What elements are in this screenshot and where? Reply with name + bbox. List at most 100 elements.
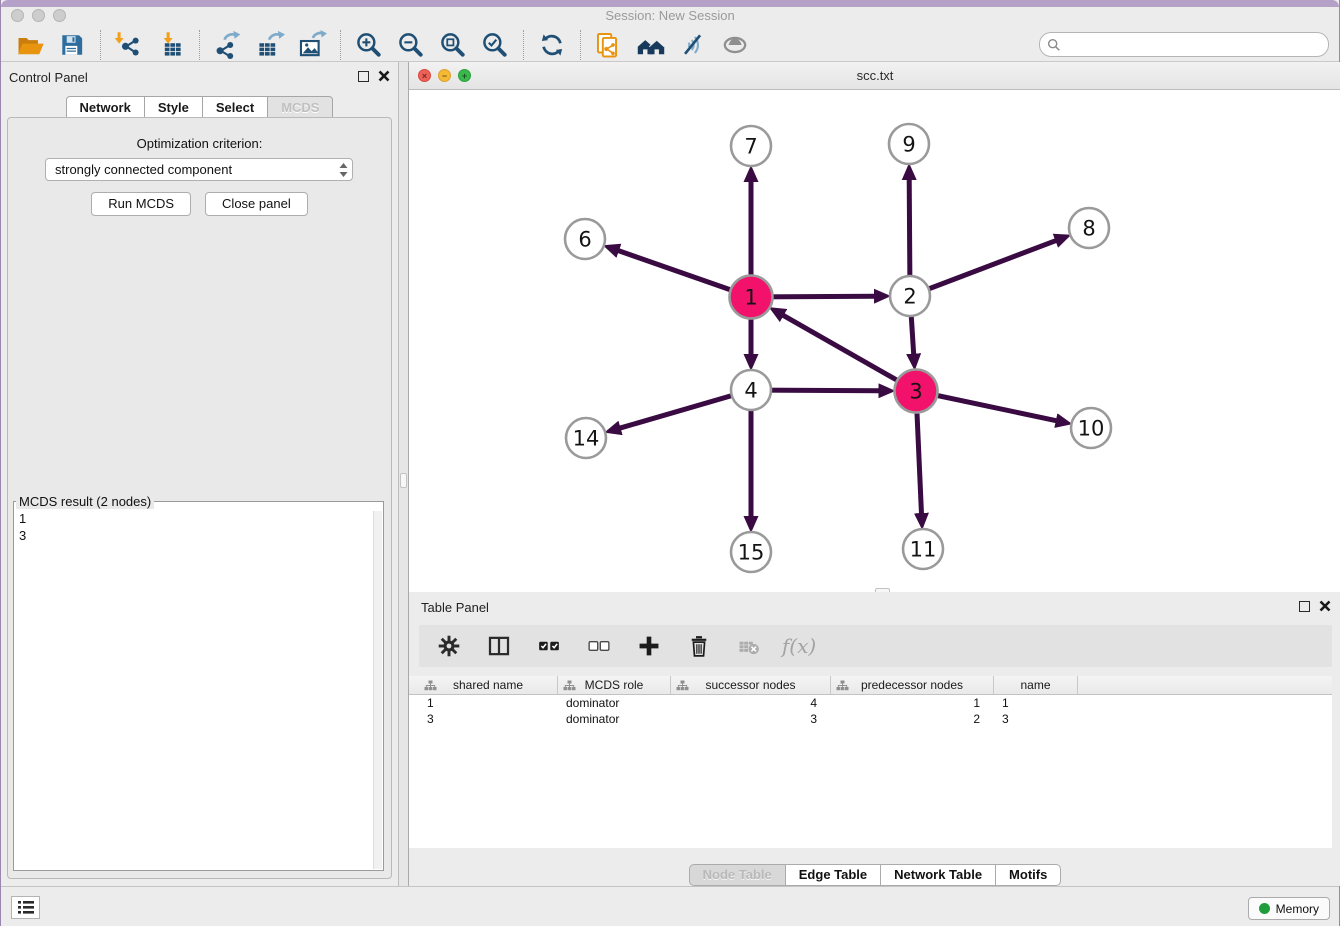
column-header-shared-name[interactable]: shared name xyxy=(419,676,558,694)
delete-column-button[interactable] xyxy=(685,632,713,660)
criterion-selected-value: strongly connected component xyxy=(55,162,232,177)
import-network-button[interactable] xyxy=(108,29,150,61)
table-cell[interactable]: 3 xyxy=(419,711,558,727)
table-cell[interactable]: 2 xyxy=(831,711,994,727)
close-table-panel-icon[interactable] xyxy=(1319,600,1331,612)
table-toolbar: f(x) xyxy=(419,625,1332,667)
node-label-1: 1 xyxy=(744,286,757,310)
import-table-icon xyxy=(156,30,186,60)
eye-icon xyxy=(720,30,750,60)
column-header-successor-nodes[interactable]: successor nodes xyxy=(671,676,831,694)
table-cell[interactable]: 1 xyxy=(419,695,558,711)
float-panel-icon[interactable] xyxy=(358,71,369,82)
memory-label: Memory xyxy=(1276,902,1319,916)
export-network-button[interactable] xyxy=(207,29,249,61)
node-label-11: 11 xyxy=(910,538,937,562)
home-icon xyxy=(636,30,666,60)
select-stepper-icon xyxy=(338,162,349,178)
column-type-icon xyxy=(424,680,437,691)
run-mcds-button[interactable]: Run MCDS xyxy=(91,192,191,216)
criterion-select[interactable]: strongly connected component xyxy=(45,158,353,181)
network-from-file-icon xyxy=(594,30,624,60)
export-table-button[interactable] xyxy=(249,29,291,61)
titlebar: Session: New Session xyxy=(1,7,1339,28)
table-cell[interactable]: 1 xyxy=(994,695,1078,711)
delete-table-icon xyxy=(737,634,761,658)
open-folder-icon xyxy=(15,30,45,60)
close-panel-icon[interactable] xyxy=(378,70,390,82)
zoom-selected-icon xyxy=(480,30,510,60)
memory-button[interactable]: Memory xyxy=(1248,897,1330,920)
node-label-14: 14 xyxy=(573,427,600,451)
node-table-body: 1dominator4113dominator323 xyxy=(409,695,1332,727)
main-toolbar xyxy=(1,28,1339,62)
table-panel: Table Panel xyxy=(409,592,1340,886)
column-header-MCDS-role[interactable]: MCDS role xyxy=(558,676,671,694)
hide-output-button[interactable] xyxy=(672,29,714,61)
table-row[interactable]: 3dominator323 xyxy=(419,711,1332,727)
network-from-file-button[interactable] xyxy=(588,29,630,61)
refresh-icon xyxy=(537,30,567,60)
checked-boxes-icon xyxy=(537,634,561,658)
apply-layout-button[interactable] xyxy=(531,29,573,61)
tab-node-table[interactable]: Node Table xyxy=(689,864,786,886)
deselect-all-button[interactable] xyxy=(585,632,613,660)
float-table-panel-icon[interactable] xyxy=(1299,601,1310,612)
toolbar-separator xyxy=(199,30,200,60)
global-search[interactable] xyxy=(1039,32,1329,57)
column-type-icon xyxy=(836,680,849,691)
table-cell[interactable]: 3 xyxy=(994,711,1078,727)
control-panel-title: Control Panel xyxy=(9,70,88,85)
panel-splitter[interactable] xyxy=(398,62,409,886)
export-image-button[interactable] xyxy=(291,29,333,61)
close-panel-button[interactable]: Close panel xyxy=(205,192,308,216)
show-panel-button[interactable] xyxy=(714,29,756,61)
zoom-selected-button[interactable] xyxy=(474,29,516,61)
table-row[interactable]: 1dominator411 xyxy=(419,695,1332,711)
zoom-out-button[interactable] xyxy=(390,29,432,61)
window-title: Session: New Session xyxy=(1,8,1339,23)
toolbar-separator xyxy=(580,30,581,60)
import-network-icon xyxy=(114,30,144,60)
trash-icon xyxy=(687,634,711,658)
window-top-border xyxy=(1,0,1339,7)
function-builder-button[interactable]: f(x) xyxy=(785,632,813,660)
task-history-button[interactable] xyxy=(11,896,40,919)
table-cell[interactable]: dominator xyxy=(558,711,671,727)
zoom-fit-button[interactable] xyxy=(432,29,474,61)
optimization-criterion-label: Optimization criterion: xyxy=(1,136,398,151)
zoom-in-button[interactable] xyxy=(348,29,390,61)
node-label-9: 9 xyxy=(902,133,915,157)
export-image-icon xyxy=(297,30,327,60)
table-cell[interactable]: dominator xyxy=(558,695,671,711)
list-icon xyxy=(17,900,35,915)
memory-status-icon xyxy=(1259,903,1270,914)
tab-network-table[interactable]: Network Table xyxy=(880,864,996,886)
edge-2-8[interactable] xyxy=(910,240,1056,296)
mcds-result-title: MCDS result (2 nodes) xyxy=(16,494,154,509)
save-session-button[interactable] xyxy=(51,29,93,61)
tab-motifs[interactable]: Motifs xyxy=(995,864,1061,886)
table-cell[interactable]: 1 xyxy=(831,695,994,711)
result-scrollbar[interactable] xyxy=(373,511,382,869)
split-view-button[interactable] xyxy=(485,632,513,660)
open-session-button[interactable] xyxy=(9,29,51,61)
node-label-3: 3 xyxy=(909,380,922,404)
delete-table-button[interactable] xyxy=(735,632,763,660)
add-column-button[interactable] xyxy=(635,632,663,660)
save-icon xyxy=(57,30,87,60)
search-input[interactable] xyxy=(1066,37,1328,52)
network-canvas[interactable]: 7968124314101511 xyxy=(409,90,1340,592)
table-cell[interactable]: 3 xyxy=(671,711,831,727)
edge-3-1[interactable] xyxy=(783,315,916,391)
table-cell[interactable]: 4 xyxy=(671,695,831,711)
column-header-predecessor-nodes[interactable]: predecessor nodes xyxy=(831,676,994,694)
home-button[interactable] xyxy=(630,29,672,61)
select-all-button[interactable] xyxy=(535,632,563,660)
splitter-handle[interactable] xyxy=(400,473,407,488)
tab-edge-table[interactable]: Edge Table xyxy=(785,864,881,886)
column-header-name[interactable]: name xyxy=(994,676,1078,694)
table-settings-button[interactable] xyxy=(435,632,463,660)
table-panel-title: Table Panel xyxy=(421,600,489,615)
import-table-button[interactable] xyxy=(150,29,192,61)
